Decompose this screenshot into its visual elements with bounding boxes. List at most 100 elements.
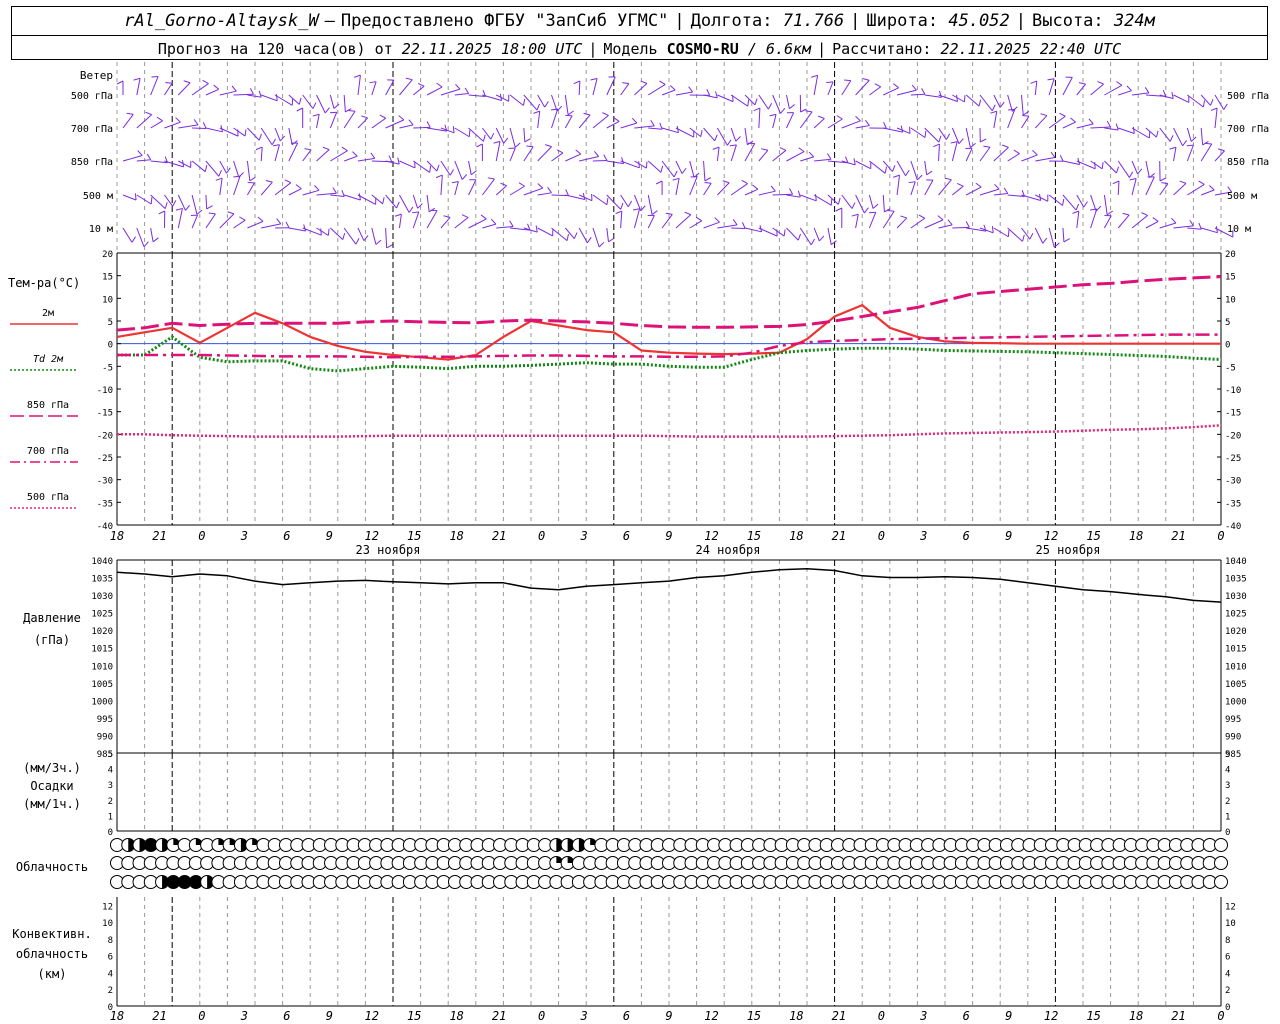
- temp-tick-left: 5: [108, 318, 113, 328]
- wind-barb-feather: [695, 216, 703, 222]
- temp-tick-right: -10: [1225, 386, 1241, 396]
- wind-barb-feather: [1007, 230, 1010, 237]
- wind-barb: [1173, 127, 1184, 147]
- wind-barb-feather: [322, 146, 330, 151]
- wind-barb-feather: [533, 110, 540, 114]
- wind-barb: [827, 227, 832, 245]
- wind-barb-feather: [116, 80, 124, 85]
- wind-barb: [1090, 208, 1098, 229]
- wind-barb-feather: [156, 116, 163, 122]
- wind-barb: [136, 159, 151, 162]
- wind-barb-feather: [1063, 238, 1070, 243]
- x-hour-label: 15: [1086, 529, 1100, 543]
- wind-barb: [744, 143, 756, 162]
- wind-barb-feather: [436, 164, 440, 172]
- wind-barb-feather: [547, 187, 552, 194]
- wind-barb-feather: [1003, 187, 1009, 194]
- conv-tick-left: 4: [108, 969, 113, 979]
- precip-title: Осадки: [30, 779, 73, 793]
- wind-barb-feather: [1002, 144, 1009, 148]
- wind-barb-feather: [490, 218, 497, 225]
- wind-barb-feather: [1088, 118, 1094, 125]
- wind-barb-feather: [215, 177, 223, 181]
- wind-barb-feather: [830, 198, 833, 206]
- wind-barb-feather: [490, 132, 495, 140]
- wind-barb-feather: [770, 185, 776, 192]
- wind-barb-feather: [382, 197, 385, 204]
- wind-barb-feather: [239, 216, 246, 221]
- wind-barb-feather: [769, 113, 777, 117]
- wind-barb-feather: [586, 237, 592, 244]
- wind-barb: [938, 143, 940, 162]
- wind-barb-feather: [590, 78, 598, 81]
- wind-barb-feather: [468, 130, 471, 137]
- wind-barb: [855, 194, 865, 214]
- wind-barb-feather: [202, 122, 207, 129]
- wind-barb-feather: [1169, 135, 1174, 142]
- wind-barb-feather: [983, 145, 991, 148]
- wind-barb: [1200, 94, 1211, 106]
- wind-barb-feather: [1106, 120, 1112, 128]
- wind-barb: [288, 188, 302, 196]
- wind-barb: [1034, 227, 1044, 244]
- wind-barb-feather: [1198, 222, 1202, 230]
- pressure-tick-left: 1035: [91, 575, 113, 585]
- wind-barb: [1159, 183, 1169, 196]
- wind-barb-feather: [379, 114, 386, 119]
- wind-barb-feather: [1101, 162, 1104, 169]
- wind-barb: [1076, 83, 1086, 96]
- wind-barb-feather: [783, 229, 786, 237]
- pressure-tick-left: 1040: [91, 557, 113, 567]
- wind-barb: [965, 127, 971, 148]
- wind-barb: [896, 127, 911, 134]
- wind-barb: [426, 160, 438, 172]
- temp-tick-right: -40: [1225, 522, 1241, 532]
- wind-barb-feather: [151, 75, 159, 78]
- wind-barb: [509, 147, 516, 162]
- x-hour-label-bottom: 3: [919, 1009, 927, 1023]
- wind-barb: [606, 227, 609, 242]
- wind-barb-feather: [851, 202, 856, 209]
- date-label: 24 ноября: [695, 543, 760, 557]
- wind-barb-feather: [1129, 178, 1137, 181]
- wind-barb: [1145, 220, 1159, 229]
- wind-barb-feather: [715, 91, 718, 99]
- wind-barb: [993, 146, 1009, 162]
- wind-barb: [993, 111, 998, 129]
- wind-barb: [246, 182, 255, 196]
- wind-barb-feather: [522, 98, 526, 106]
- wind-barb: [385, 119, 405, 129]
- x-hour-label-bottom: 21: [152, 1009, 166, 1023]
- conv-tick-left: 2: [108, 986, 113, 996]
- wind-barb-feather: [353, 74, 361, 78]
- wind-barb: [883, 87, 899, 96]
- wind-barb-feather: [1189, 219, 1194, 227]
- wind-barb-feather: [991, 226, 994, 233]
- wind-barb: [799, 227, 812, 246]
- wind-barb: [1062, 194, 1077, 211]
- wind-barb: [233, 160, 240, 178]
- wind-barb: [744, 127, 748, 145]
- x-hour-label: 9: [1005, 529, 1012, 543]
- wind-barb: [1021, 154, 1038, 162]
- wind-barb: [385, 160, 400, 165]
- wind-barb-feather: [1126, 85, 1132, 92]
- wind-barb: [813, 118, 825, 129]
- wind-barb: [164, 82, 173, 96]
- precip-tick-right: 4: [1225, 766, 1230, 776]
- wind-barb: [537, 227, 553, 237]
- wind-barb-feather: [258, 133, 262, 141]
- wind-barb-feather: [314, 185, 320, 191]
- wind-barb-feather: [1072, 210, 1080, 214]
- wind-barb-feather: [797, 233, 802, 241]
- wind-barb-feather: [900, 215, 907, 219]
- wind-barb-feather: [752, 184, 759, 190]
- wind-barb: [620, 83, 630, 96]
- x-hour-label: 18: [789, 529, 803, 543]
- wind-barb: [1104, 127, 1119, 131]
- wind-barb: [647, 194, 653, 215]
- wind-level-label: 850 гПа: [71, 157, 113, 168]
- wind-barb-feather: [747, 99, 750, 107]
- wind-barb: [495, 185, 507, 196]
- wind-barb-feather: [712, 146, 720, 150]
